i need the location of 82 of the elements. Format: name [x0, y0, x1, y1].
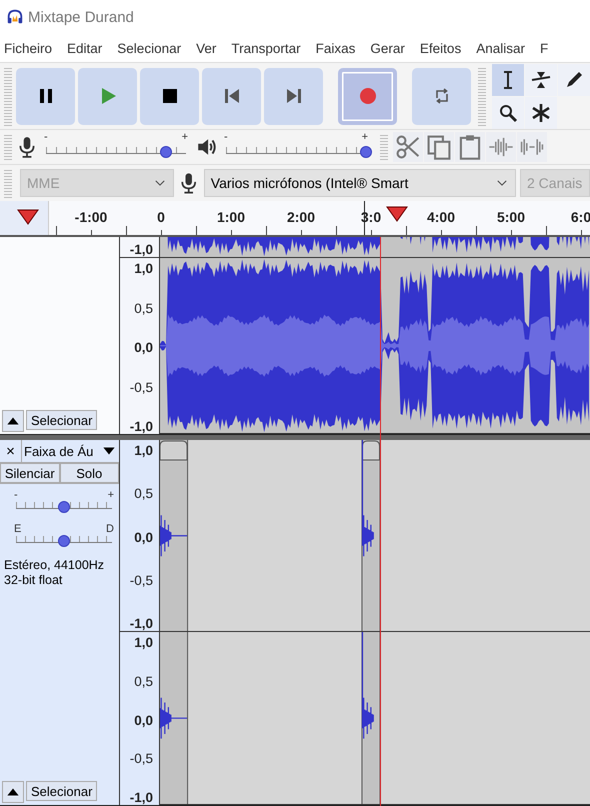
scale-label: -1,0 — [130, 790, 153, 805]
time-label: 2:00 — [286, 209, 316, 225]
slider-label: + — [362, 132, 368, 143]
track-panel[interactable]: × Faixa de Áu Silenciar Solo - + E D Estéreo, 44100Hz 32-bit float Selecionar — [0, 440, 120, 805]
slider-label: - — [14, 490, 18, 501]
scale-label: -0,5 — [130, 380, 153, 394]
menu-item[interactable]: Selecionar — [117, 40, 182, 56]
input-device-dropdown[interactable]: Varios micrófonos (Intel® Smart — [204, 169, 516, 197]
pencil-icon — [564, 70, 584, 90]
record-icon — [358, 86, 378, 106]
time-label: 1:00 — [216, 209, 246, 225]
slider-thumb[interactable] — [58, 535, 70, 547]
menu-item[interactable]: F — [540, 40, 548, 56]
track-info: 32-bit float — [4, 573, 64, 588]
skip-end-button[interactable] — [264, 68, 323, 124]
slider-label: - — [224, 132, 228, 143]
stop-button[interactable] — [140, 68, 199, 124]
menu-item[interactable]: Analisar — [476, 40, 525, 56]
select-button[interactable]: Selecionar — [26, 781, 98, 801]
scale-label: 0,5 — [134, 674, 153, 689]
zoom-icon — [498, 102, 518, 122]
scale-label: 0,0 — [134, 530, 153, 544]
loop-marker-icon[interactable] — [17, 209, 39, 225]
playhead-marker-icon[interactable] — [386, 206, 408, 222]
headphones-icon — [6, 8, 24, 26]
menu-item[interactable]: Ficheiro — [4, 40, 52, 56]
menu-item[interactable]: Gerar — [370, 40, 405, 56]
slider-thumb[interactable] — [160, 146, 172, 158]
track-panel[interactable]: Selecionar — [0, 237, 120, 434]
time-label: 5:00 — [496, 209, 526, 225]
skip-start-button[interactable] — [202, 68, 261, 124]
copy-icon — [426, 134, 452, 160]
scale-label: 1,0 — [134, 443, 153, 458]
scale-label: -1,0 — [130, 616, 153, 631]
scale-label: 0,5 — [134, 300, 153, 316]
pause-button[interactable] — [16, 68, 75, 124]
time-label: 4:00 — [426, 209, 456, 225]
scissors-icon — [395, 134, 421, 160]
mute-button[interactable]: Silenciar — [0, 463, 60, 483]
window-title: Mixtape Durand — [28, 8, 134, 26]
scale-label: -0,5 — [130, 572, 153, 588]
copy-button[interactable] — [424, 132, 454, 162]
envelope-tool-icon — [531, 70, 551, 90]
select-tool-button[interactable] — [492, 64, 524, 96]
slider-thumb[interactable] — [58, 501, 70, 513]
multi-tool-button[interactable] — [525, 96, 557, 128]
menu-item[interactable]: Editar — [67, 40, 102, 56]
scale-label: 1,0 — [134, 635, 153, 650]
scale-label: 1,0 — [134, 261, 153, 276]
record-button[interactable] — [338, 68, 397, 124]
slider-label: + — [182, 132, 188, 143]
menu-item[interactable]: Faixas — [316, 40, 356, 56]
track-name-dropdown[interactable]: Faixa de Áu — [22, 440, 119, 462]
asterisk-icon — [531, 102, 551, 122]
envelope-tool-button[interactable] — [525, 64, 557, 96]
track-info: Estéreo, 44100Hz — [4, 558, 106, 573]
slider-label: E — [14, 524, 22, 535]
menu-item[interactable]: Efeitos — [420, 40, 462, 56]
time-label: -1:00 — [74, 209, 108, 225]
slider-thumb[interactable] — [360, 146, 372, 158]
scale-label: -0,5 — [130, 751, 153, 766]
close-button[interactable]: × — [0, 440, 22, 462]
menu-item[interactable]: Ver — [196, 40, 216, 56]
select-button[interactable]: Selecionar — [26, 410, 98, 430]
collapse-button[interactable] — [2, 781, 24, 803]
menu-item[interactable]: Transportar — [231, 40, 301, 56]
draw-tool-button[interactable] — [558, 64, 590, 96]
slider-label: + — [108, 490, 114, 501]
paste-button[interactable] — [455, 132, 485, 162]
scale-label: -1,0 — [130, 242, 153, 257]
time-label: 0 — [157, 209, 165, 225]
scale-label: 0,0 — [134, 340, 153, 355]
slider-label: D — [106, 524, 114, 535]
clipboard-icon — [457, 134, 483, 160]
solo-button[interactable]: Solo — [60, 463, 119, 483]
slider-label: - — [44, 132, 48, 143]
scale-label: 0,5 — [134, 486, 153, 502]
collapse-button[interactable] — [2, 410, 24, 432]
cut-button[interactable] — [393, 132, 423, 162]
scale-label: -1,0 — [130, 419, 153, 434]
scale-label: 0,0 — [134, 712, 153, 728]
zoom-tool-button[interactable] — [492, 96, 524, 128]
